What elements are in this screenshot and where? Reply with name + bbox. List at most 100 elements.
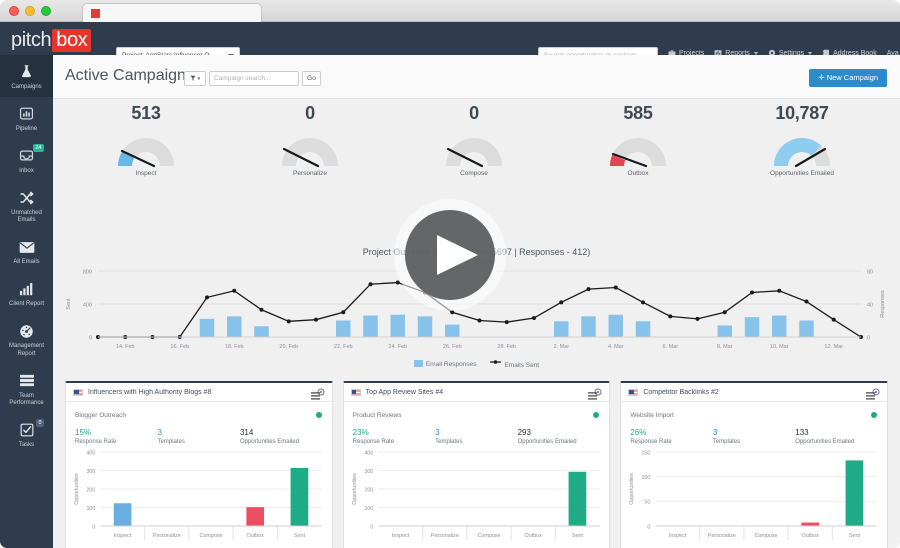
stat-templates-value: 3 xyxy=(713,427,795,438)
traffic-lights xyxy=(9,6,51,16)
gauge-opportunities-value: 10,787 xyxy=(717,103,887,124)
svg-text:12. Mar: 12. Mar xyxy=(824,344,843,350)
svg-text:18. Feb: 18. Feb xyxy=(225,344,244,350)
hamburger-menu-icon[interactable] xyxy=(311,387,320,405)
svg-text:0: 0 xyxy=(648,524,651,530)
zoom-window-button[interactable] xyxy=(41,6,51,16)
gauge-personalize[interactable]: 0 Personalize xyxy=(225,103,395,177)
us-flag-icon xyxy=(351,389,361,396)
stat-templates-value: 3 xyxy=(157,427,239,438)
envelope-icon xyxy=(2,238,51,257)
svg-text:Sent: Sent xyxy=(572,533,584,539)
campaign-search-input[interactable]: Campaign search... xyxy=(209,71,299,86)
svg-text:Outbox: Outbox xyxy=(802,533,820,539)
svg-text:0: 0 xyxy=(867,336,870,342)
campaign-cards: Influencers with High Authority Blogs #8… xyxy=(53,381,900,548)
outreach-chart-plot[interactable]: 040080004080SentResponses14. Feb16. Feb1… xyxy=(53,267,900,359)
campaign-search-placeholder: Campaign search... xyxy=(214,75,270,82)
legend-emails-sent-label: Emails Sent xyxy=(504,362,539,369)
sidebar-item-client-report[interactable]: Client Report xyxy=(0,273,53,315)
sidebar-item-team-performance[interactable]: Team Performance xyxy=(0,364,53,414)
shuffle-icon xyxy=(2,188,51,207)
sidebar-item-tasks-label: Tasks xyxy=(2,442,51,450)
gauge-outbox[interactable]: 585 Outbox xyxy=(553,103,723,177)
browser-tab[interactable] xyxy=(82,3,262,22)
sidebar-item-management-report-label: Management Report xyxy=(2,343,51,358)
sidebar-item-all-emails-label: All Emails xyxy=(2,259,51,267)
bar-chart-icon xyxy=(2,280,51,299)
card-title: Top App Review Sites #4 xyxy=(366,389,443,396)
svg-text:Inspect: Inspect xyxy=(392,533,410,539)
stat-opportunities-value: 133 xyxy=(795,427,877,438)
gauge-opportunities-dial xyxy=(717,130,887,168)
svg-text:Compose: Compose xyxy=(755,533,778,539)
stat-opportunities-value: 314 xyxy=(240,427,322,438)
campaign-card[interactable]: Competitor Backlinks #2 Website Import 2… xyxy=(620,381,888,548)
sidebar-item-unmatched-emails[interactable]: Unmatched Emails xyxy=(0,181,53,231)
svg-text:8. Mar: 8. Mar xyxy=(717,344,733,350)
sidebar-item-campaigns[interactable]: Campaigns xyxy=(0,55,53,97)
card-subtitle-row: Website Import xyxy=(621,402,887,419)
hamburger-menu-icon[interactable] xyxy=(588,387,597,405)
svg-text:300: 300 xyxy=(86,469,95,475)
gauge-inspect-dial xyxy=(61,130,231,168)
card-title: Influencers with High Authority Blogs #8 xyxy=(88,389,211,396)
stat-response-rate-value: 15% xyxy=(75,427,157,438)
card-bar-chart[interactable]: 050100150OpportunitiesInspectPersonalize… xyxy=(621,442,887,548)
hamburger-menu-icon[interactable] xyxy=(866,387,875,405)
filter-button[interactable]: ▾ xyxy=(184,71,206,86)
card-bar-chart[interactable]: 0100200300400OpportunitiesInspectPersona… xyxy=(66,442,332,548)
main-content: Active Campaigns ▾ Campaign search... Go… xyxy=(53,55,900,548)
sidebar-item-tasks[interactable]: 0 Tasks xyxy=(0,414,53,456)
go-button[interactable]: Go xyxy=(302,71,321,86)
card-bar-chart[interactable]: 0100200300400OpportunitiesInspectPersona… xyxy=(344,442,610,548)
plus-icon: ✛ xyxy=(818,73,824,82)
flask-icon xyxy=(2,62,51,81)
status-badge xyxy=(593,412,599,418)
svg-text:10. Mar: 10. Mar xyxy=(770,344,789,350)
legend-emails-sent[interactable]: Emails Sent xyxy=(490,359,539,369)
gauge-opportunities-emailed[interactable]: 10,787 Opportunities Emailed xyxy=(717,103,887,177)
legend-email-responses[interactable]: Email Responses xyxy=(414,360,477,368)
svg-text:24. Feb: 24. Feb xyxy=(388,344,407,350)
speedometer-icon xyxy=(2,322,51,341)
status-badge xyxy=(871,412,877,418)
card-header: Top App Review Sites #4 xyxy=(344,383,610,402)
card-subtitle: Website Import xyxy=(630,412,674,419)
svg-text:200: 200 xyxy=(86,487,95,493)
svg-text:22. Feb: 22. Feb xyxy=(334,344,353,350)
sidebar-item-pipeline[interactable]: Pipeline xyxy=(0,97,53,139)
card-header: Influencers with High Authority Blogs #8 xyxy=(66,383,332,402)
svg-text:200: 200 xyxy=(364,487,373,493)
svg-text:14. Feb: 14. Feb xyxy=(116,344,135,350)
filter-caret-icon: ▾ xyxy=(198,76,201,82)
gauge-personalize-label: Personalize xyxy=(225,170,395,177)
svg-text:Inspect: Inspect xyxy=(669,533,687,539)
stat-templates-value: 3 xyxy=(435,427,517,438)
outreach-chart-legend: Email Responses Emails Sent xyxy=(53,359,900,369)
new-campaign-button[interactable]: ✛ New Campaign xyxy=(809,69,887,87)
svg-text:300: 300 xyxy=(364,469,373,475)
sidebar-item-management-report[interactable]: Management Report xyxy=(0,315,53,365)
svg-text:Compose: Compose xyxy=(477,533,500,539)
pitchbox-favicon-icon xyxy=(91,9,100,18)
close-window-button[interactable] xyxy=(9,6,19,16)
sidebar-item-all-emails[interactable]: All Emails xyxy=(0,231,53,273)
gauge-outbox-value: 585 xyxy=(553,103,723,124)
top-navigation-bar: pitchbox Project: AppStars Influencer O.… xyxy=(0,22,900,55)
gauge-outbox-dial xyxy=(553,130,723,168)
logo-text-pitch: pitch xyxy=(11,29,51,51)
svg-text:400: 400 xyxy=(83,303,92,309)
campaign-card[interactable]: Influencers with High Authority Blogs #8… xyxy=(65,381,333,548)
minimize-window-button[interactable] xyxy=(25,6,35,16)
gauge-inspect[interactable]: 513 Inspect xyxy=(61,103,231,177)
gauge-personalize-dial xyxy=(225,130,395,168)
gauge-compose[interactable]: 0 Compose xyxy=(389,103,559,177)
svg-text:80: 80 xyxy=(867,270,873,276)
legend-line-sent-icon xyxy=(490,359,501,365)
campaign-card[interactable]: Top App Review Sites #4 Product Reviews … xyxy=(343,381,611,548)
stat-opportunities-value: 293 xyxy=(518,427,600,438)
sidebar-item-inbox[interactable]: 24 Inbox xyxy=(0,139,53,181)
pitchbox-logo[interactable]: pitchbox xyxy=(11,29,91,52)
left-sidebar: Campaigns Pipeline 24 Inbox Unmatche xyxy=(0,55,53,548)
